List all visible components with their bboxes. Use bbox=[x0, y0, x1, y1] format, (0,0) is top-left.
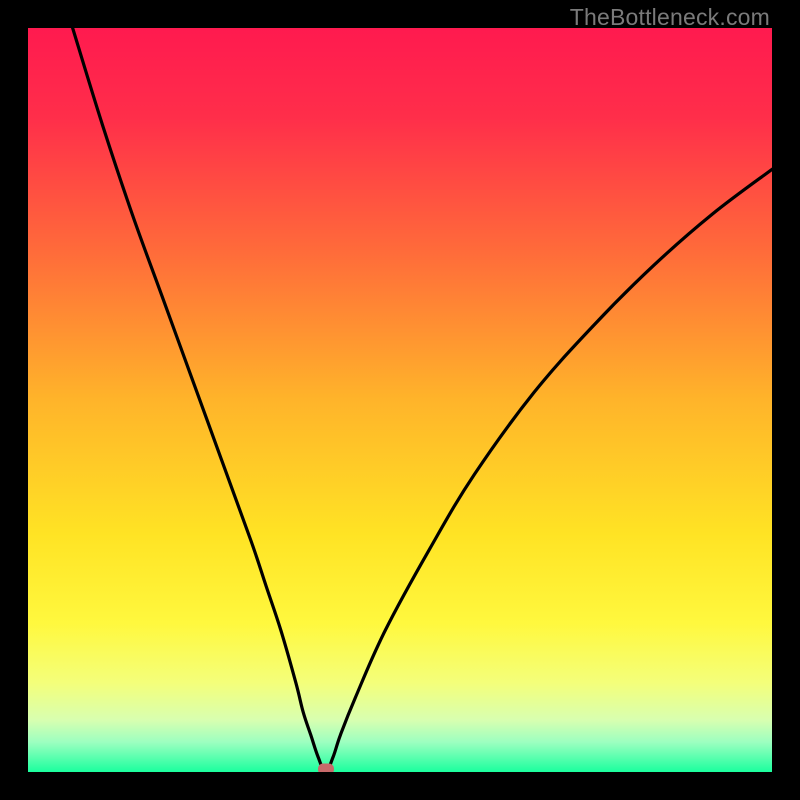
watermark-label: TheBottleneck.com bbox=[570, 4, 770, 31]
bottleneck-curve bbox=[28, 28, 772, 772]
plot-area bbox=[28, 28, 772, 772]
optimal-point-marker bbox=[318, 764, 334, 773]
chart-frame: TheBottleneck.com bbox=[0, 0, 800, 800]
